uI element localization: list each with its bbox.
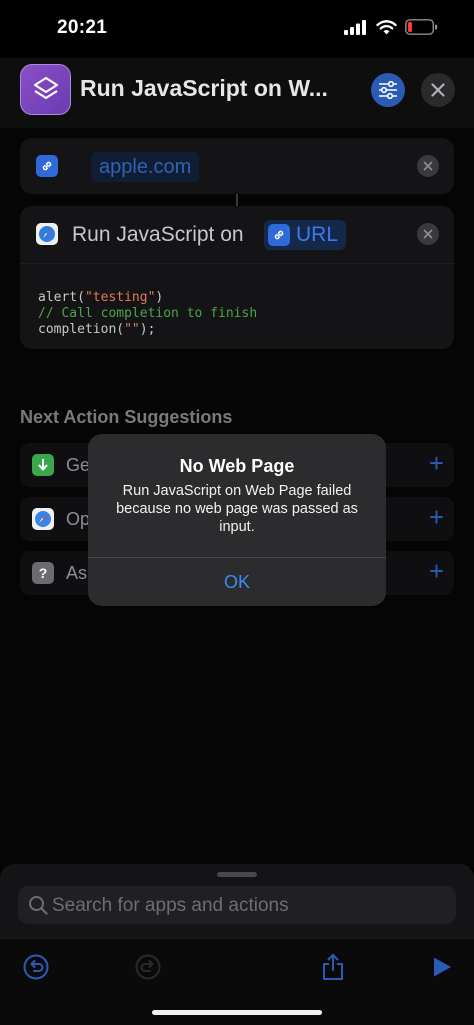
ok-button[interactable]: OK — [88, 558, 386, 606]
code-line: // Call completion to finish — [38, 306, 258, 321]
alert-dialog: No Web Page Run JavaScript on Web Page f… — [88, 434, 386, 606]
remove-js-action-button[interactable] — [417, 223, 439, 245]
question-icon: ? — [32, 562, 54, 584]
undo-button[interactable] — [18, 949, 54, 985]
remove-url-action-button[interactable] — [417, 155, 439, 177]
shortcut-icon[interactable] — [20, 64, 71, 115]
status-time: 20:21 — [57, 17, 108, 38]
run-javascript-action-card[interactable]: Run JavaScript on URL alert("testing")//… — [20, 206, 454, 349]
action-connector — [236, 194, 238, 206]
undo-icon — [23, 954, 49, 980]
play-icon — [434, 957, 451, 977]
share-icon — [323, 953, 343, 980]
sliders-icon — [379, 81, 397, 99]
sheet-grabber[interactable] — [217, 872, 257, 877]
js-action-title: Run JavaScript on — [72, 223, 244, 246]
alert-message: Run JavaScript on Web Page failed becaus… — [116, 483, 358, 535]
battery-icon — [405, 19, 438, 35]
run-button[interactable] — [424, 949, 460, 985]
alert-title: No Web Page — [179, 456, 295, 476]
close-icon — [431, 83, 445, 97]
close-icon — [423, 161, 433, 171]
status-bar: 20:21 — [0, 0, 474, 58]
page-title: Run JavaScript on W... — [80, 75, 328, 101]
search-input[interactable]: Search for apps and actions — [18, 886, 456, 924]
suggestion-label: Op — [66, 509, 91, 529]
status-icons — [344, 19, 438, 35]
close-icon — [423, 229, 433, 239]
shortcuts-layers-icon — [33, 76, 58, 99]
suggestion-label: Ge — [66, 455, 91, 475]
close-button[interactable] — [421, 73, 455, 107]
url-action-card[interactable]: apple.com — [20, 138, 454, 194]
home-indicator — [152, 1010, 322, 1015]
url-value[interactable]: apple.com — [91, 152, 200, 182]
suggestion-label: As — [66, 563, 88, 583]
nav-header: Run JavaScript on W... — [0, 58, 474, 128]
link-icon — [36, 155, 58, 177]
details-button[interactable] — [371, 73, 405, 107]
add-suggestion-button[interactable]: + — [429, 450, 444, 476]
safari-icon — [36, 223, 58, 245]
link-icon — [268, 224, 290, 246]
add-suggestion-button[interactable]: + — [429, 504, 444, 530]
code-line: alert("testing") — [38, 290, 164, 305]
code-line: completion(""); — [38, 322, 156, 337]
redo-icon — [135, 954, 161, 980]
search-placeholder: Search for apps and actions — [52, 895, 289, 916]
search-icon — [29, 896, 48, 915]
add-suggestion-button[interactable]: + — [429, 558, 444, 584]
url-variable-label: URL — [296, 223, 339, 246]
url-variable-token[interactable]: URL — [264, 220, 347, 250]
download-icon — [32, 454, 54, 476]
suggestions-heading: Next Action Suggestions — [20, 407, 233, 427]
divider — [20, 263, 454, 264]
javascript-code-editor[interactable]: alert("testing")// Call completion to fi… — [38, 290, 257, 338]
cellular-signal-icon — [344, 19, 366, 35]
safari-icon — [32, 508, 54, 530]
share-button[interactable] — [315, 949, 351, 985]
wifi-icon — [376, 19, 397, 34]
redo-button[interactable] — [130, 949, 166, 985]
